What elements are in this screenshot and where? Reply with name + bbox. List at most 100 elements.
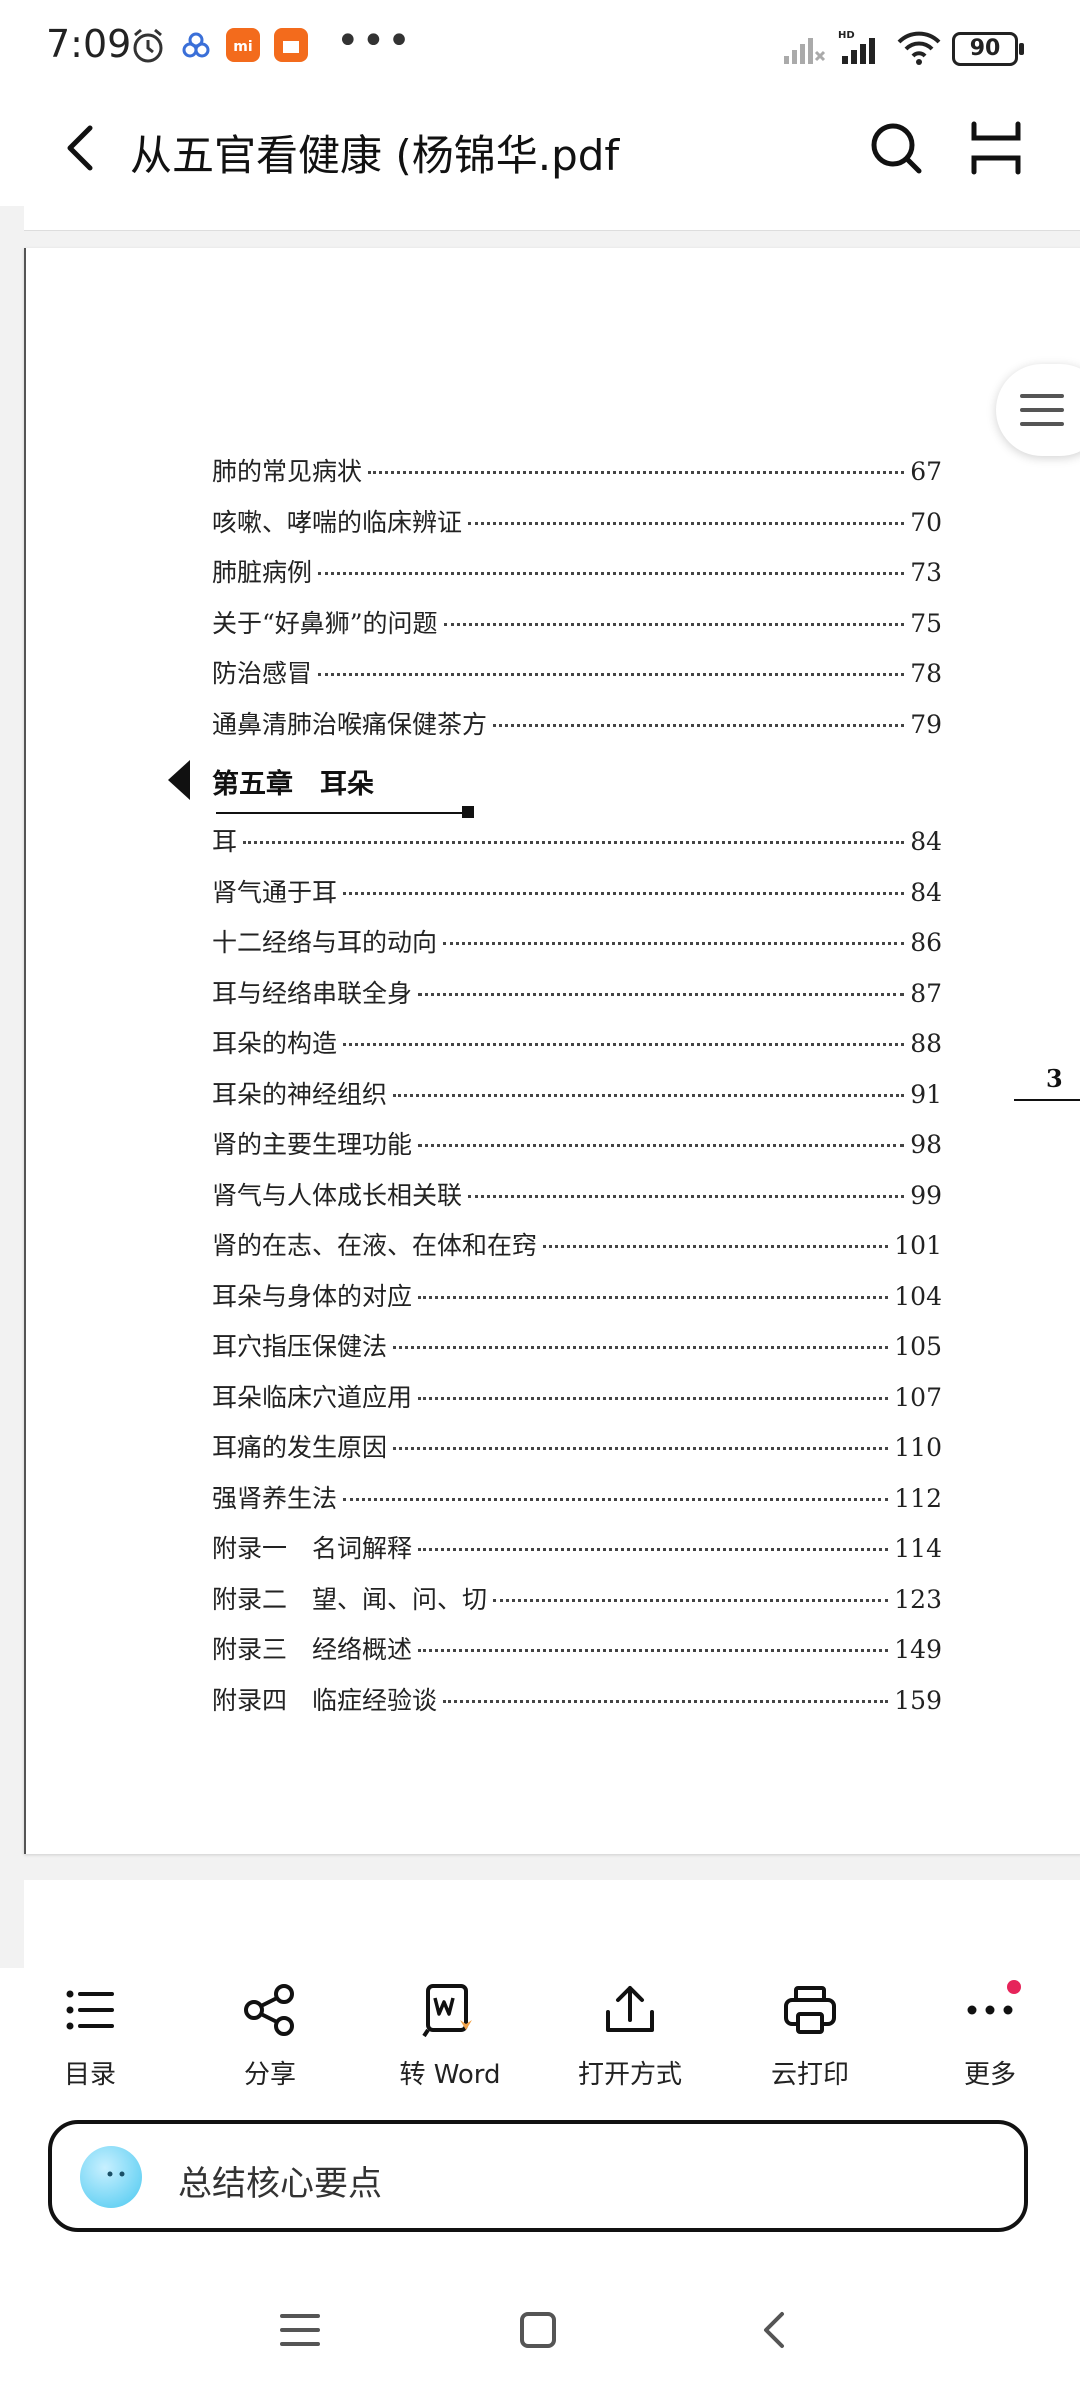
chevron-left-icon (764, 2312, 784, 2348)
menu-icon (280, 2314, 320, 2346)
toc-entry-title: 肾气与人体成长相关联 (212, 1181, 463, 1210)
system-nav-bar (0, 2260, 1080, 2400)
toc-entry-title: 附录二 望、闻、问、切 (212, 1585, 488, 1614)
open-with-button[interactable]: 打开方式 (555, 1980, 705, 2091)
toc-entry-title: 通鼻清肺治喉痛保健茶方 (212, 710, 488, 739)
toc-dot-leader (243, 841, 905, 844)
ai-assistant-avatar (80, 2146, 142, 2208)
side-menu-button[interactable] (996, 364, 1080, 456)
toc-entry: 耳痛的发生原因 110 (212, 1428, 942, 1472)
toc-button-label: 目录 (63, 2060, 116, 2090)
toc-entry-title: 关于“好鼻狮”的问题 (212, 609, 438, 638)
chapter-underline (216, 812, 466, 814)
toc-entry-page: 123 (894, 1585, 942, 1614)
more-button[interactable]: 更多 (915, 1980, 1065, 2091)
ai-summary-button[interactable]: 总结核心要点 (48, 2120, 1028, 2232)
cloud-print-button[interactable]: 云打印 (735, 1980, 885, 2091)
toc-entry-title: 强肾养生法 (212, 1484, 338, 1513)
toc-dot-leader (418, 993, 905, 996)
toc-entry-title: 肺脏病例 (212, 558, 313, 587)
toc-entry: 耳朵与身体的对应 104 (212, 1277, 942, 1321)
toc-entry: 关于“好鼻狮”的问题 75 (212, 604, 942, 648)
notification-badge (1007, 1980, 1021, 1994)
toc-entry-title: 耳朵的神经组织 (212, 1080, 388, 1109)
toc-entry-page: 101 (894, 1231, 942, 1260)
word-convert-icon (422, 1984, 472, 2038)
toc-dot-leader (468, 522, 905, 525)
toc-entry-page: 84 (910, 827, 942, 856)
ai-face-icon (107, 2171, 125, 2177)
toc-entry: 肾的主要生理功能 98 (212, 1125, 942, 1169)
crop-mark-icon (1014, 1099, 1080, 1101)
toc-entry-title: 耳朵与身体的对应 (212, 1282, 413, 1311)
chapter-underline-end (462, 806, 474, 818)
page-layout-button[interactable] (966, 118, 1026, 178)
toc-dot-leader (493, 724, 905, 727)
svg-text:HD: HD (838, 30, 855, 41)
status-bar: 7:09 mi ••• HD 90 (0, 0, 1080, 90)
toc-dot-leader (418, 1296, 889, 1299)
toc-entry: 耳穴指压保健法 105 (212, 1327, 942, 1371)
open-with-icon (606, 1986, 654, 2032)
toc-entry: 耳与经络串联全身 87 (212, 974, 942, 1018)
toc-dot-leader (318, 572, 905, 575)
toc-entry: 肺的常见病状 67 (212, 452, 942, 496)
toc-dot-leader (318, 673, 905, 676)
mi-app-icon: mi (226, 28, 260, 62)
battery-indicator: 90 (952, 32, 1024, 66)
ai-summary-label: 总结核心要点 (178, 2164, 382, 2204)
app-notification-icon (182, 32, 210, 58)
bottom-toolbar: 目录 分享 转 Word 打开方式 云打印 更多 (0, 1968, 1080, 2098)
toc-entry-page: 73 (910, 558, 942, 587)
signal-weak-icon (784, 38, 826, 64)
toc-entry: 附录二 望、闻、问、切 123 (212, 1580, 942, 1624)
toc-dot-leader (343, 1498, 889, 1501)
share-button[interactable]: 分享 (195, 1980, 345, 2091)
list-icon (66, 1990, 114, 2030)
square-icon (520, 2312, 556, 2348)
toc-entry-title: 耳与经络串联全身 (212, 979, 413, 1008)
back-nav-button[interactable] (754, 2308, 794, 2352)
toc-entry: 附录三 经络概述 149 (212, 1630, 942, 1674)
recent-apps-button[interactable] (278, 2310, 322, 2350)
toc-button[interactable]: 目录 (15, 1980, 165, 2091)
cloud-print-button-label: 云打印 (770, 2060, 849, 2090)
search-icon (871, 123, 922, 174)
toc-entry-page: 79 (910, 710, 942, 739)
toc-entry-page: 159 (894, 1686, 942, 1715)
pdf-viewer[interactable]: 肺的常见病状 67 咳嗽、哮喘的临床辨证 70 肺脏病例 73 关于“好鼻狮”的问题 75 防治… (0, 206, 1080, 1968)
toc-dot-leader (418, 1144, 905, 1147)
home-button[interactable] (516, 2308, 560, 2352)
toc-dot-leader (443, 1700, 889, 1703)
toc-entry-page: 87 (910, 979, 942, 1008)
back-button[interactable] (52, 118, 112, 178)
toc-dot-leader (468, 1195, 905, 1198)
page-layout-icon (971, 121, 1021, 175)
toc-dot-leader (493, 1599, 889, 1602)
toc-entry-page: 70 (910, 508, 942, 537)
pdf-page: 肺的常见病状 67 咳嗽、哮喘的临床辨证 70 肺脏病例 73 关于“好鼻狮”的问题 75 防治… (24, 248, 1080, 1854)
toc-entry-page: 110 (894, 1433, 942, 1462)
toc-dot-leader (343, 892, 905, 895)
toc-entry: 耳朵的构造 88 (212, 1024, 942, 1068)
search-button[interactable] (866, 118, 926, 178)
toc-entry-title: 防治感冒 (212, 659, 313, 688)
toc-entry-title: 肾的主要生理功能 (212, 1130, 413, 1159)
toc-entry: 附录四 临症经验谈 159 (212, 1681, 942, 1725)
previous-page-edge (24, 206, 1080, 231)
toc-entry-page: 107 (894, 1383, 942, 1412)
app-header: 从五官看健康 (杨锦华.pdf (0, 96, 1080, 206)
more-button-label: 更多 (963, 2060, 1016, 2090)
alarm-icon (133, 28, 163, 63)
toc-entry-title: 肾气通于耳 (212, 878, 338, 907)
toc-dot-leader (418, 1649, 889, 1652)
toc-entry-page: 86 (910, 928, 942, 957)
next-page-edge (24, 1880, 1080, 1968)
toc-entry-title: 附录一 名词解释 (212, 1534, 413, 1563)
toc-entry-title: 耳朵临床穴道应用 (212, 1383, 413, 1412)
wifi-icon (897, 31, 941, 65)
toc-entry: 咳嗽、哮喘的临床辨证 70 (212, 503, 942, 547)
page-number: 3 (1046, 1064, 1063, 1093)
convert-word-button[interactable]: 转 Word (375, 1980, 525, 2091)
convert-word-button-label: 转 Word (399, 2060, 501, 2090)
